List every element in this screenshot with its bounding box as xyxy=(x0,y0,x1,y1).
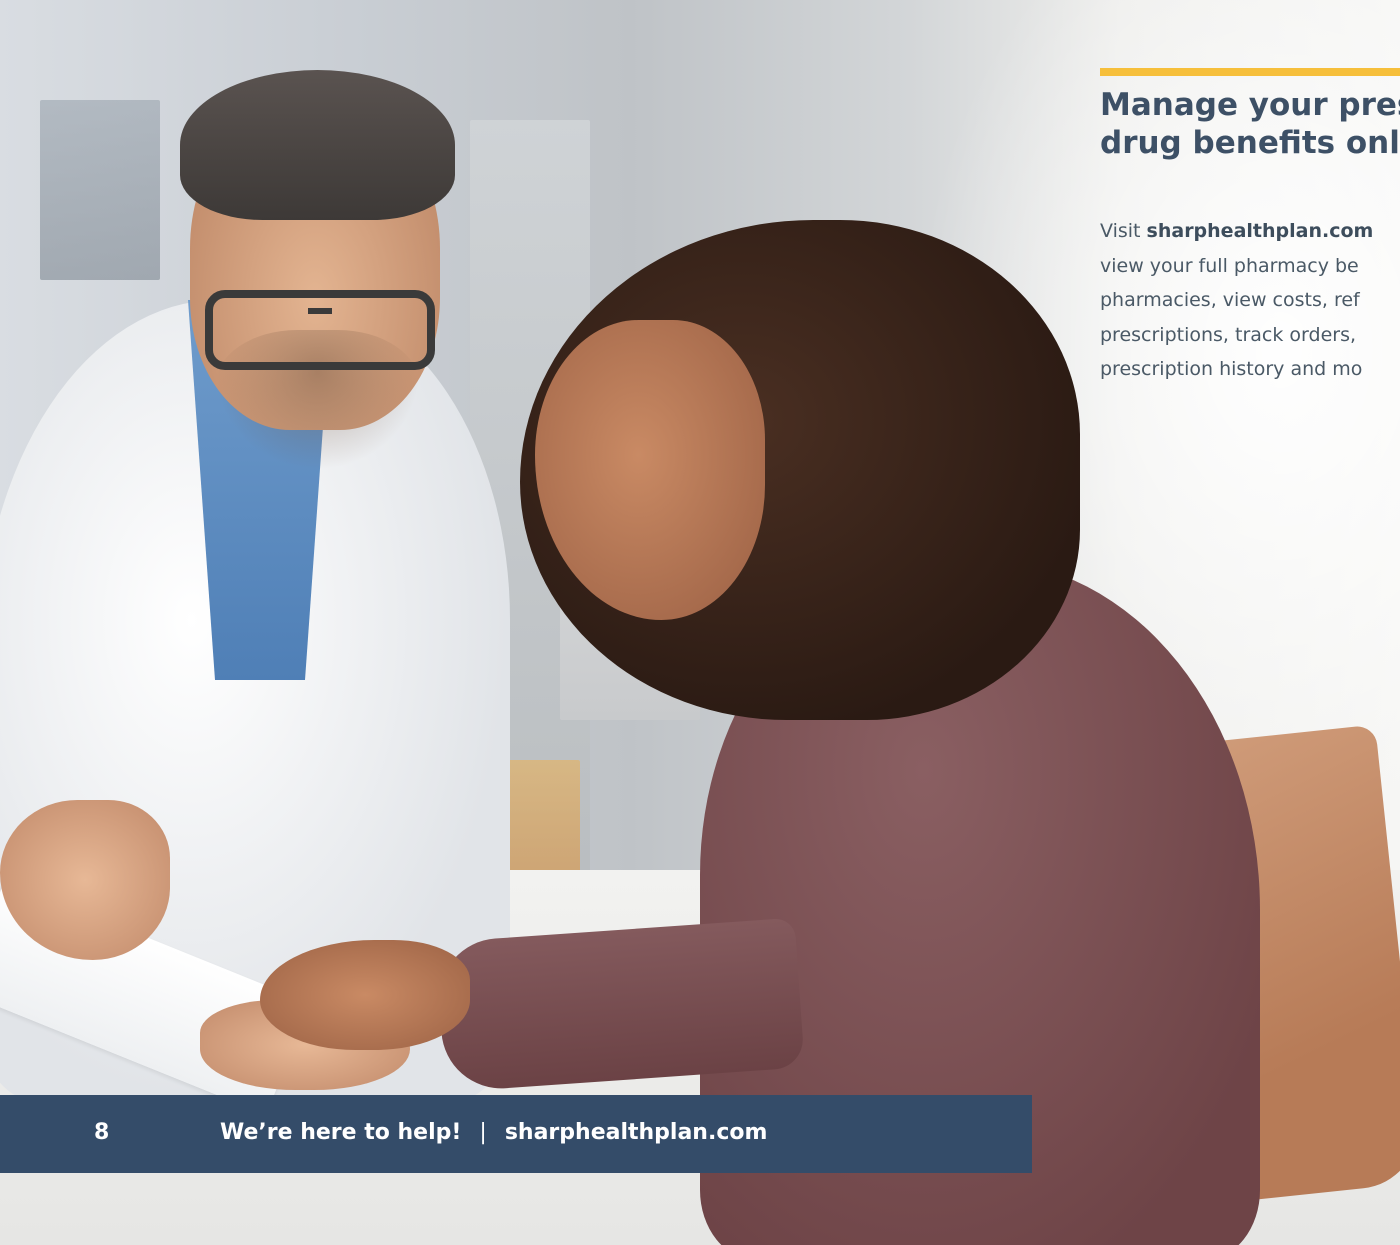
heading-line: drug benefits onli xyxy=(1100,125,1400,161)
heading-line: Manage your pres xyxy=(1100,87,1400,123)
glasses xyxy=(205,290,435,370)
accent-bar xyxy=(1100,68,1400,76)
footer-band: 8 We’re here to help! | sharphealthplan.co… xyxy=(0,1095,1032,1173)
body-paragraph: Visit sharphealthplan.com view your full… xyxy=(1100,214,1400,387)
body-lead: Visit xyxy=(1100,220,1147,242)
footer-website-link[interactable]: sharphealthplan.com xyxy=(505,1120,768,1145)
section-heading: Manage your pres drug benefits onli xyxy=(1100,86,1400,162)
body-line: prescriptions, track orders, xyxy=(1100,323,1357,346)
tagline-text: We’re here to help! xyxy=(220,1120,462,1145)
pharmacy-photo xyxy=(0,0,1400,1245)
pharmacist-hair xyxy=(180,70,455,220)
website-link[interactable]: sharphealthplan.com xyxy=(1147,220,1374,242)
body-line: prescription history and mo xyxy=(1100,358,1363,380)
brochure-page: Manage your pres drug benefits onli Visi… xyxy=(0,0,1400,1245)
page-number: 8 xyxy=(94,1120,110,1145)
body-line: Visit sharphealthplan.com xyxy=(1100,214,1400,249)
shelf-products xyxy=(40,100,160,280)
separator: | xyxy=(479,1120,487,1145)
body-line: view your full pharmacy be xyxy=(1100,254,1359,277)
customer-arm xyxy=(435,917,805,1093)
footer-tagline: We’re here to help! | sharphealthplan.com xyxy=(220,1120,767,1145)
body-line: pharmacies, view costs, ref xyxy=(1100,289,1360,311)
